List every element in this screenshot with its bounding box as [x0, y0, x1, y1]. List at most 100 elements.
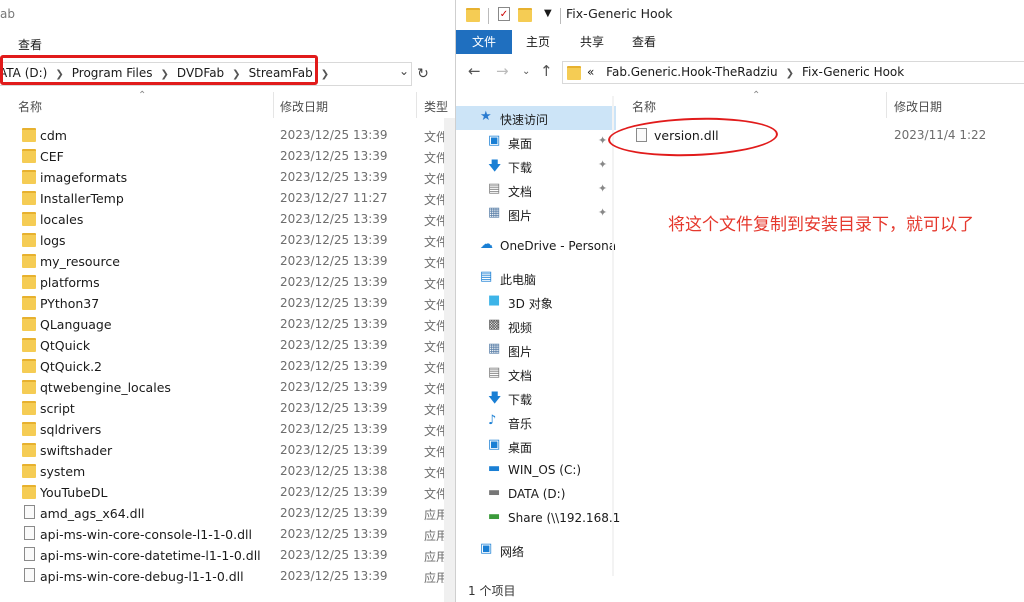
forward-arrow-icon[interactable]: → [496, 62, 509, 80]
sidebar-item[interactable]: ▬ WIN_OS (C:) [456, 458, 616, 482]
table-row[interactable]: script2023/12/25 13:39文件夹 [0, 398, 455, 419]
sidebar-item[interactable]: ♪ 音乐 [456, 410, 616, 434]
column-modified[interactable]: 修改日期 [894, 98, 942, 115]
tab-home[interactable]: 主页 [518, 30, 558, 54]
chevron-down-icon[interactable]: ⌄ [399, 64, 409, 78]
sidebar-item-label: 图片 [508, 209, 533, 223]
chevron-down-icon[interactable]: ▼ [544, 8, 552, 19]
table-row[interactable]: locales2023/12/25 13:39文件夹 [0, 209, 455, 230]
file-name: script [40, 401, 75, 416]
chevron-down-icon[interactable]: ⌄ [522, 66, 530, 77]
window-title: Fix-Generic Hook [566, 6, 673, 21]
divider [560, 8, 561, 24]
back-arrow-icon[interactable]: ← [468, 62, 481, 80]
music-icon: ♪ [488, 413, 497, 428]
file-date: 2023/12/25 13:39 [280, 338, 388, 352]
column-type[interactable]: 类型 [424, 98, 448, 115]
sidebar-item[interactable]: ▣ 网络 [456, 538, 616, 562]
desktop-icon: ▣ [488, 437, 501, 452]
folder-icon [22, 359, 36, 373]
table-row[interactable]: logs2023/12/25 13:39文件夹 [0, 230, 455, 251]
left-ribbon: 查看 [0, 28, 455, 58]
file-name: system [40, 464, 86, 479]
sidebar-item[interactable]: ■ 3D 对象 [456, 290, 616, 314]
table-row[interactable]: system2023/12/25 13:38文件夹 [0, 461, 455, 482]
column-name[interactable]: 名称 [18, 98, 42, 115]
sort-up-icon: ⌃ [138, 90, 147, 101]
column-modified[interactable]: 修改日期 [280, 98, 328, 115]
column-divider[interactable] [273, 92, 274, 118]
table-row[interactable]: amd_ags_x64.dll2023/12/25 13:39应用程 [0, 503, 455, 524]
file-date: 2023/12/25 13:39 [280, 485, 388, 499]
sidebar-item[interactable]: ▩ 视频 [456, 314, 616, 338]
sidebar-item[interactable]: ▦ 图片 ✦ [456, 202, 616, 226]
column-divider[interactable] [416, 92, 417, 118]
dll-file-icon [24, 526, 35, 540]
table-row[interactable]: api-ms-win-core-console-l1-1-0.dll 2023/1… [0, 524, 455, 545]
pin-icon[interactable]: ✦ [598, 182, 607, 195]
table-row[interactable]: sqldrivers2023/12/25 13:39文件夹 [0, 419, 455, 440]
table-row[interactable]: QtQuick.22023/12/25 13:39文件夹 [0, 356, 455, 377]
table-row[interactable]: PYthon372023/12/25 13:39文件夹 [0, 293, 455, 314]
sidebar-item[interactable]: ▤ 文档 [456, 362, 616, 386]
sidebar-item[interactable]: ▬ Share (\\192.168.1 [456, 506, 620, 530]
refresh-icon[interactable]: ↻ [412, 62, 434, 86]
sidebar-item[interactable]: 🡇 下载 [456, 386, 616, 410]
sidebar-item[interactable]: 🡇 下载 ✦ [456, 154, 616, 178]
table-row[interactable]: api-ms-win-core-datetime-l1-1-0.dll 2023/… [0, 545, 455, 566]
table-row[interactable]: InstallerTemp2023/12/27 11:27文件夹 [0, 188, 455, 209]
sidebar-item[interactable]: ▤ 此电脑 [456, 266, 616, 290]
file-name: QtQuick [40, 338, 91, 353]
sidebar-item[interactable]: ▣ 桌面 ✦ [456, 130, 616, 154]
file-name: swiftshader [40, 443, 113, 458]
tab-view[interactable]: 查看 [624, 30, 664, 54]
folder-icon [466, 8, 480, 22]
table-row[interactable]: QtQuick2023/12/25 13:39文件夹 [0, 335, 455, 356]
table-row[interactable]: swiftshader2023/12/25 13:39文件夹 [0, 440, 455, 461]
sidebar-item[interactable]: ▤ 文档 ✦ [456, 178, 616, 202]
new-folder-icon[interactable] [518, 8, 532, 22]
table-row[interactable]: platforms2023/12/25 13:39文件夹 [0, 272, 455, 293]
folder-icon [22, 401, 36, 415]
left-tab-view[interactable]: 查看 [18, 36, 42, 53]
file-name: cdm [40, 128, 67, 143]
sidebar-item[interactable]: ▬ DATA (D:) [456, 482, 616, 506]
up-arrow-icon[interactable]: ↑ [540, 62, 553, 80]
sidebar-item-label: OneDrive - Persona [500, 239, 617, 253]
table-row[interactable]: CEF2023/12/25 13:39文件夹 [0, 146, 455, 167]
sidebar-item[interactable]: ★ 快速访问 [456, 106, 616, 130]
properties-icon[interactable]: ✓ [498, 7, 510, 21]
document-icon: ▤ [488, 181, 501, 196]
right-address-bar[interactable]: « Fab.Generic.Hook-TheRadziu ❯ Fix-Generic… [562, 61, 1024, 84]
table-row[interactable]: cdm2023/12/25 13:39文件夹 [0, 125, 455, 146]
sidebar-item[interactable]: ▣ 桌面 [456, 434, 616, 458]
pin-icon[interactable]: ✦ [598, 134, 607, 147]
table-row[interactable]: QLanguage2023/12/25 13:39文件夹 [0, 314, 455, 335]
table-row[interactable]: qtwebengine_locales2023/12/25 13:39文件夹 [0, 377, 455, 398]
column-divider[interactable] [886, 92, 887, 118]
sidebar-item[interactable]: ☁ OneDrive - Persona [456, 234, 616, 258]
tab-share[interactable]: 共享 [572, 30, 612, 54]
pin-icon[interactable]: ✦ [598, 158, 607, 171]
breadcrumb-overflow[interactable]: « [587, 65, 594, 79]
left-scrollbar[interactable] [444, 118, 455, 602]
sidebar-item-label: 文档 [508, 369, 533, 383]
chevron-right-icon: ❯ [785, 68, 794, 79]
crumb-fix-generic-hook[interactable]: Fix-Generic Hook [802, 65, 904, 79]
table-row[interactable]: api-ms-win-core-debug-l1-1-0.dll 2023/12/… [0, 566, 455, 587]
right-column-headers: 名称 ⌃ 修改日期 [618, 90, 1024, 118]
tab-file[interactable]: 文件 [456, 30, 512, 54]
sidebar-item[interactable]: ▦ 图片 [456, 338, 616, 362]
pin-icon[interactable]: ✦ [598, 206, 607, 219]
column-name[interactable]: 名称 [632, 98, 656, 115]
sidebar-item-label: 3D 对象 [508, 297, 553, 311]
crumb-hook-folder[interactable]: Fab.Generic.Hook-TheRadziu [606, 65, 777, 79]
table-row[interactable]: imageformats2023/12/25 13:39文件夹 [0, 167, 455, 188]
download-icon: 🡇 [488, 391, 502, 406]
table-row[interactable]: YouTubeDL2023/12/25 13:39文件夹 [0, 482, 455, 503]
navigation-pane-scrollbar[interactable] [612, 96, 614, 576]
table-row[interactable]: my_resource2023/12/25 13:39文件夹 [0, 251, 455, 272]
file-date: 2023/12/25 13:39 [280, 359, 388, 373]
right-breadcrumb: « Fab.Generic.Hook-TheRadziu ❯ Fix-Generic… [587, 65, 904, 79]
file-date: 2023/12/25 13:39 [280, 233, 388, 247]
